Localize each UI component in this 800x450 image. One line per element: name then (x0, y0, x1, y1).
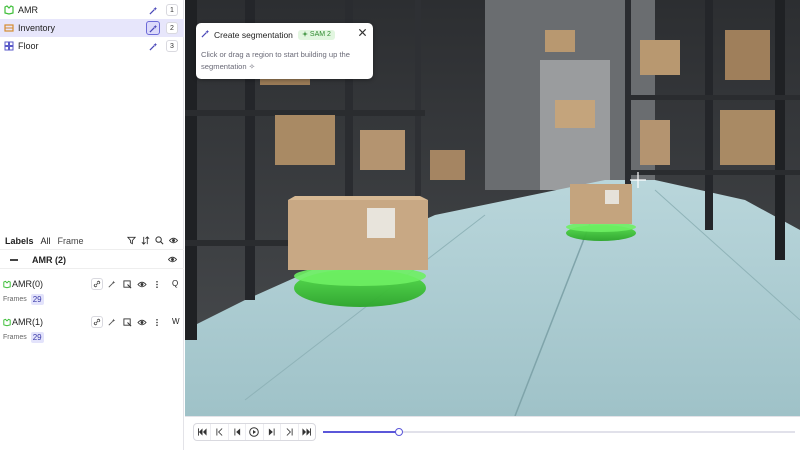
frames-count-badge: 29 (30, 332, 44, 343)
hotkey-label: Q (172, 279, 179, 288)
more-options-icon[interactable] (151, 278, 163, 290)
labels-header: Labels All Frame (0, 232, 184, 250)
frames-info: Frames 29 (3, 294, 44, 305)
skip-to-start-icon[interactable] (194, 424, 212, 440)
hotkey-badge: 2 (166, 22, 178, 34)
app-root: AMR 1 Inventory 2 Floor 3 Labels All Fra… (0, 0, 800, 450)
timeline-progress (323, 431, 399, 433)
link-icon[interactable] (91, 278, 103, 290)
frames-label: Frames (3, 296, 27, 303)
labels-header-actions (127, 236, 178, 245)
eye-icon[interactable] (168, 255, 177, 264)
magic-wand-icon[interactable] (106, 278, 118, 290)
frames-label: Frames (3, 334, 27, 341)
magic-wand-icon (201, 29, 210, 40)
eye-icon[interactable] (136, 278, 148, 290)
model-badge: SAM 2 (297, 29, 335, 40)
step-forward-icon[interactable] (264, 424, 282, 440)
playback-controls (193, 423, 316, 441)
group-name: AMR (2) (32, 254, 66, 265)
class-floor-icon (4, 41, 14, 51)
left-panel: AMR 1 Inventory 2 Floor 3 Labels All Fra… (0, 0, 184, 450)
more-options-icon[interactable] (151, 316, 163, 328)
label-object-row[interactable]: AMR(1) W Frames 29 (0, 313, 184, 349)
frames-info: Frames 29 (3, 332, 44, 343)
class-name: Floor (18, 41, 39, 51)
play-icon[interactable] (246, 424, 264, 440)
label-group-row[interactable]: AMR (2) (0, 251, 184, 269)
eye-icon[interactable] (136, 316, 148, 328)
create-segmentation-popup: Create segmentation SAM 2 Click or drag … (196, 23, 373, 79)
class-row-inventory[interactable]: Inventory 2 (0, 19, 184, 37)
link-icon[interactable] (91, 316, 103, 328)
class-row-floor[interactable]: Floor 3 (0, 37, 184, 55)
timeline-thumb[interactable] (394, 428, 403, 436)
hotkey-badge: 1 (166, 4, 178, 16)
object-name: AMR(0) (12, 279, 43, 289)
magic-wand-icon[interactable] (146, 3, 160, 17)
magic-wand-icon[interactable] (146, 39, 160, 53)
class-amr-icon (3, 280, 11, 289)
step-back-icon[interactable] (229, 424, 247, 440)
label-object-row[interactable]: AMR(0) Q Frames 29 (0, 275, 184, 311)
labels-title: Labels (5, 235, 34, 246)
sparkle-icon (301, 30, 308, 39)
collapse-icon[interactable] (10, 258, 18, 261)
object-name: AMR(1) (12, 317, 43, 327)
select-region-icon[interactable] (121, 278, 133, 290)
next-keyframe-icon[interactable] (281, 424, 299, 440)
close-icon[interactable] (358, 28, 367, 37)
magic-wand-icon[interactable] (146, 21, 160, 35)
select-region-icon[interactable] (121, 316, 133, 328)
class-row-amr[interactable]: AMR 1 (0, 1, 184, 19)
filter-all-tab[interactable]: All (41, 236, 51, 246)
filter-icon[interactable] (127, 236, 136, 245)
popup-body: Click or drag a region to start building… (201, 50, 351, 71)
model-badge-label: SAM 2 (309, 31, 331, 38)
magic-wand-icon[interactable] (106, 316, 118, 328)
search-icon[interactable] (155, 236, 164, 245)
playback-bar (185, 416, 800, 450)
class-name: AMR (18, 5, 38, 15)
hotkey-label: W (172, 317, 180, 326)
previous-keyframe-icon[interactable] (211, 424, 229, 440)
filter-frame-tab[interactable]: Frame (58, 236, 84, 246)
frames-count-badge: 29 (30, 294, 44, 305)
skip-to-end-icon[interactable] (299, 424, 315, 440)
class-amr-icon (4, 5, 14, 15)
class-amr-icon (3, 318, 11, 327)
sort-icon[interactable] (141, 236, 150, 245)
class-inventory-icon (4, 23, 14, 33)
popup-title: Create segmentation (214, 29, 293, 40)
timeline-slider[interactable] (323, 428, 795, 436)
hotkey-badge: 3 (166, 40, 178, 52)
class-name: Inventory (18, 23, 56, 33)
eye-icon[interactable] (169, 236, 178, 245)
